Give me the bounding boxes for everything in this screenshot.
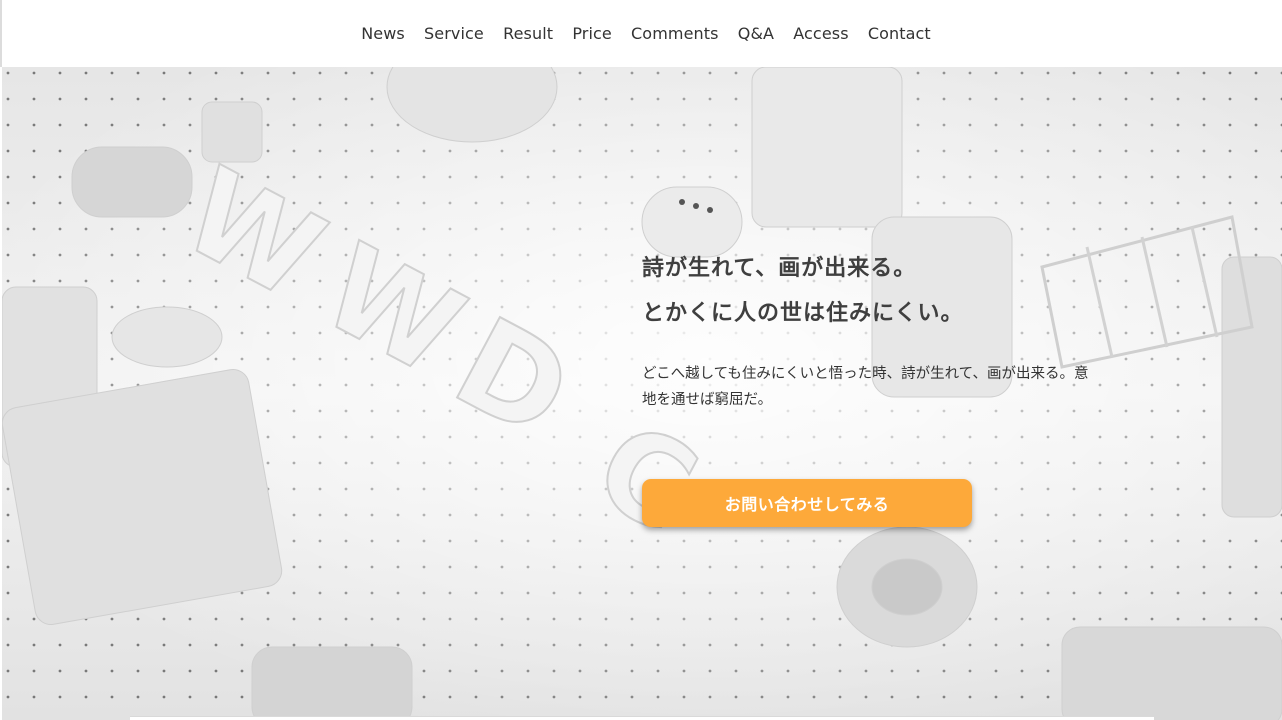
next-section-card	[130, 716, 1154, 720]
hero-headline-line-1: 詩が生れて、画が出来る。	[642, 256, 917, 281]
contact-cta-button[interactable]: お問い合わせしてみる	[642, 479, 972, 527]
hero-copy: 詩が生れて、画が出来る。 とかくに人の世は住みにくい。 どこへ越しても住みにくい…	[642, 246, 1112, 413]
hero-lead-text: どこへ越しても住みにくいと悟った時、詩が生れて、画が出来る。意地を通せば窮屈だ。	[642, 366, 1089, 408]
nav-link-comments[interactable]: Comments	[621, 24, 728, 43]
hero-headline-line-2: とかくに人の世は住みにくい。	[642, 301, 964, 326]
nav-link-result[interactable]: Result	[493, 24, 562, 43]
nav-link-news[interactable]: News	[352, 24, 415, 43]
nav-link-access[interactable]: Access	[784, 24, 859, 43]
nav-link-service[interactable]: Service	[414, 24, 493, 43]
nav-link-contact[interactable]: Contact	[858, 24, 940, 43]
nav-link-price[interactable]: Price	[563, 24, 622, 43]
nav-link-qa[interactable]: Q&A	[728, 24, 784, 43]
main-nav: News Service Result Price Comments Q&A A…	[344, 24, 941, 43]
site-header: News Service Result Price Comments Q&A A…	[0, 0, 1282, 67]
